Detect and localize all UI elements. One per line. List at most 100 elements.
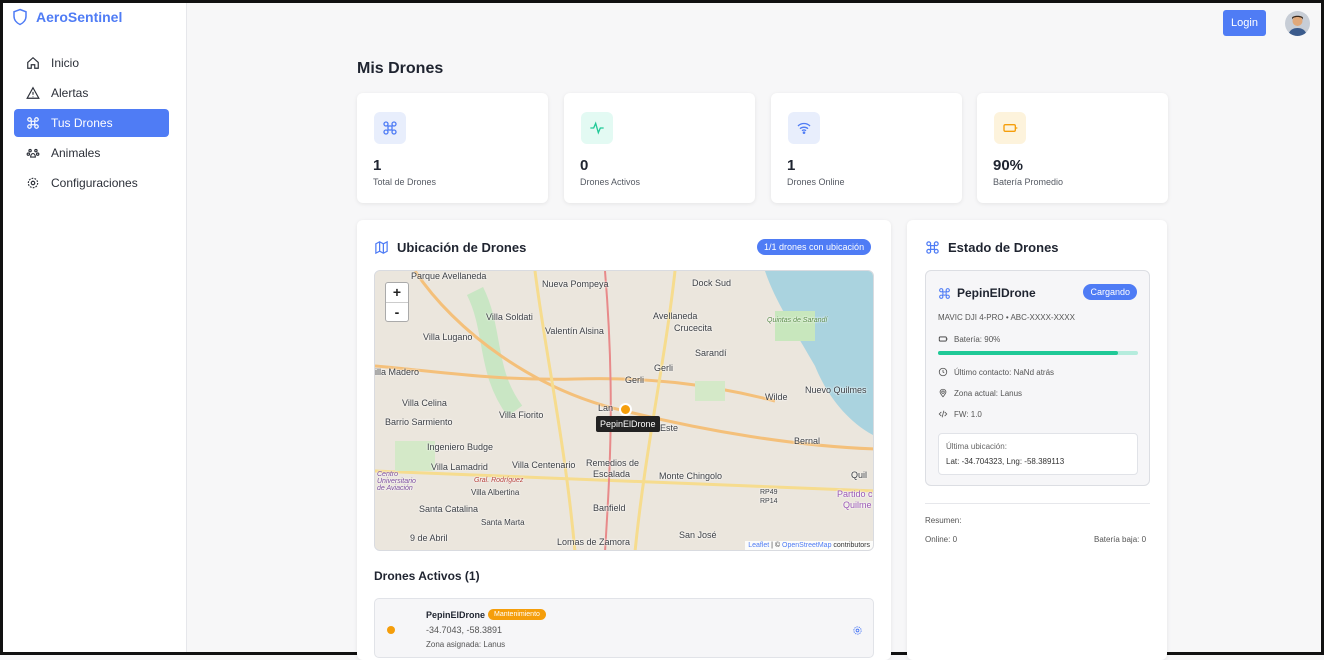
- drone-name: PepinElDrone: [957, 286, 1036, 300]
- map-label: Lomas de Zamora: [557, 537, 631, 547]
- drone-detail-card[interactable]: PepinElDrone Cargando MAVIC DJI 4-PRO • …: [925, 270, 1150, 486]
- sidebar-item-configuraciones[interactable]: Configuraciones: [14, 169, 169, 197]
- attribution-contributors: contributors: [831, 542, 870, 549]
- map-label: Santa Marta: [481, 518, 525, 527]
- wifi-icon: [788, 112, 820, 144]
- stat-label: Drones Online: [787, 177, 845, 187]
- map-label: Parque Avellaneda: [411, 271, 487, 281]
- drone-map[interactable]: + - Parque Avellaneda Nueva Pompeya Dock…: [374, 270, 874, 551]
- leaflet-link[interactable]: Leaflet: [748, 542, 769, 549]
- zoom-out-button[interactable]: -: [386, 302, 408, 321]
- drone-icon: [26, 116, 40, 130]
- page-title: Mis Drones: [357, 60, 444, 77]
- map-label: Gerli: [654, 363, 674, 373]
- stat-value: 0: [580, 157, 589, 174]
- stat-card-online: 1 Drones Online: [771, 93, 962, 203]
- firmware-row: FW: 1.0: [938, 409, 982, 419]
- sidebar-item-animales[interactable]: Animales: [14, 139, 169, 167]
- drone-name-row: PepinElDrone: [938, 286, 1036, 300]
- sidebar-item-tus-drones[interactable]: Tus Drones: [14, 109, 169, 137]
- battery-row: Batería: 90%: [938, 334, 1000, 344]
- map-label: Centro Universitario de Aviación: [377, 471, 416, 492]
- map-label: Barrio Sarmiento: [385, 417, 453, 427]
- sidebar-item-inicio[interactable]: Inicio: [14, 49, 169, 77]
- drone-zone: Zona asignada: Lanus: [426, 640, 506, 649]
- map-label: 9 de Abril: [410, 533, 448, 543]
- drone-state-title-text: Estado de Drones: [948, 240, 1059, 255]
- stat-label: Batería Promedio: [993, 177, 1064, 187]
- summary-title: Resumen:: [925, 516, 962, 525]
- map-label: Monte Chingolo: [659, 471, 723, 481]
- sidebar-item-alertas[interactable]: Alertas: [14, 79, 169, 107]
- map-label: Villa Lugano: [423, 332, 473, 342]
- battery-icon: [938, 336, 948, 342]
- active-drones-title: Drones Activos (1): [374, 569, 480, 583]
- map-label: Sarandí: [695, 348, 727, 358]
- drone-coordinates: -34.7043, -58.3891: [426, 625, 503, 635]
- map-label: Bernal: [794, 436, 821, 446]
- firmware-version: FW: 1.0: [954, 409, 982, 419]
- drone-icon: [926, 241, 939, 254]
- status-badge: Mantenimiento: [488, 609, 546, 620]
- stat-value: 90%: [993, 157, 1024, 174]
- map-label: San José: [679, 530, 717, 540]
- map-label: Dock Sud: [692, 278, 732, 288]
- map-label: Wilde: [765, 392, 788, 402]
- brand-name: AeroSentinel: [36, 9, 123, 25]
- map-label: Crucecita: [674, 323, 713, 333]
- map-label: Nuevo Quilmes: [805, 385, 867, 395]
- stat-value: 1: [373, 157, 382, 174]
- drone-marker[interactable]: [619, 403, 632, 416]
- divider: [925, 503, 1150, 504]
- clock-icon: [938, 367, 948, 377]
- map-card-title: Ubicación de Drones: [374, 240, 526, 255]
- map-card-title-text: Ubicación de Drones: [397, 240, 527, 255]
- map-label: Quilme: [843, 500, 872, 510]
- osm-link[interactable]: OpenStreetMap: [782, 542, 831, 549]
- sidebar-nav: Inicio Alertas Tus Drones Animales Confi…: [3, 49, 186, 197]
- gear-icon[interactable]: [852, 625, 863, 639]
- map-label: Avellaneda: [653, 311, 698, 321]
- activity-icon: [581, 112, 613, 144]
- last-location-value: Lat: -34.704323, Lng: -58.389113: [946, 457, 1065, 466]
- map-label: Partido c: [837, 489, 873, 499]
- zoom-in-button[interactable]: +: [386, 283, 408, 302]
- map-label: Ingeniero Budge: [427, 442, 494, 452]
- drone-name: PepinElDrone: [426, 610, 486, 620]
- header-actions: Login: [1223, 10, 1310, 36]
- marker-tooltip: PepinElDrone: [596, 416, 660, 432]
- brand[interactable]: AeroSentinel: [11, 7, 186, 27]
- sidebar-item-label: Inicio: [51, 56, 80, 70]
- zone-row: Zona actual: Lanus: [938, 388, 1022, 398]
- stat-label: Drones Activos: [580, 177, 641, 187]
- alert-triangle-icon: [26, 86, 40, 100]
- sidebar-item-label: Animales: [51, 146, 101, 160]
- last-contact: Último contacto: NaNd atrás: [954, 367, 1055, 377]
- battery-label: Batería: 90%: [954, 334, 1001, 344]
- gear-icon: [26, 176, 40, 190]
- sidebar-item-label: Configuraciones: [51, 176, 138, 190]
- map-label: Gerli: [625, 375, 645, 385]
- map-label: Banfield: [593, 503, 626, 513]
- map-label: illa Madero: [375, 367, 420, 377]
- map-label: Nueva Pompeya: [542, 279, 609, 289]
- map-icon: [375, 240, 388, 255]
- stat-card-battery: 90% Batería Promedio: [977, 93, 1168, 203]
- zoom-controls: + -: [385, 282, 409, 322]
- last-location-box: Última ubicación: Lat: -34.704323, Lng: …: [938, 433, 1138, 475]
- paw-icon: [26, 146, 40, 160]
- drone-state-title: Estado de Drones: [925, 240, 1059, 255]
- stat-label: Total de Drones: [373, 177, 437, 187]
- map-label: RP14: [760, 498, 778, 505]
- avatar[interactable]: [1285, 10, 1310, 36]
- code-icon: [938, 410, 948, 418]
- stat-card-total: 1 Total de Drones: [357, 93, 548, 203]
- last-location-label: Última ubicación:: [946, 442, 1007, 451]
- status-dot: [387, 626, 395, 634]
- map-label: Villa Soldati: [486, 312, 533, 322]
- drone-icon: [374, 112, 406, 144]
- list-item[interactable]: PepinElDrone Mantenimiento -34.7043, -58…: [374, 598, 874, 658]
- battery-bar: [938, 351, 1138, 355]
- login-button[interactable]: Login: [1223, 10, 1266, 36]
- map-label: Villa Centenario: [512, 460, 576, 470]
